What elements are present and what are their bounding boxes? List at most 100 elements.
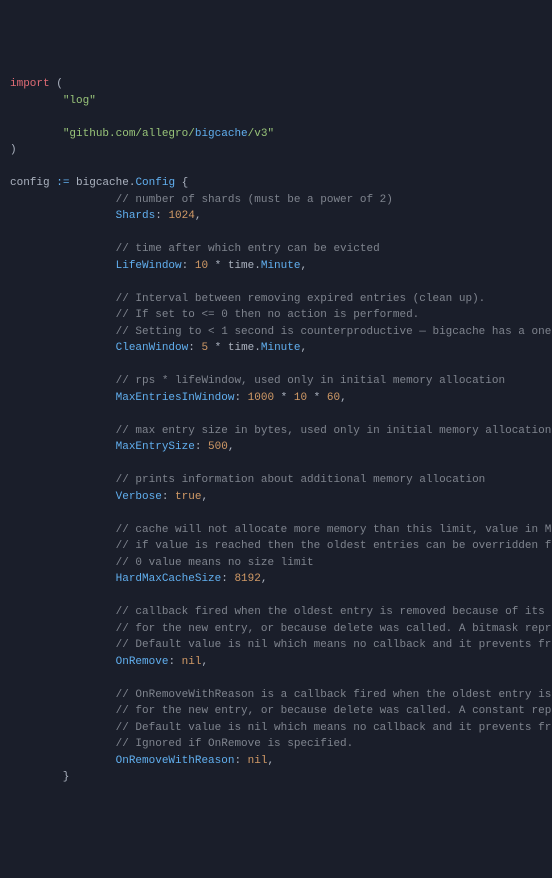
code-token: OnRemoveWithReason: [116, 755, 235, 767]
code-token: [10, 606, 116, 618]
code-token: HardMaxCacheSize: [116, 573, 222, 585]
code-token: // Interval between removing expired ent…: [116, 293, 486, 305]
code-token: [10, 95, 63, 107]
code-token: [10, 210, 116, 222]
code-token: :: [234, 392, 247, 404]
code-token: :: [168, 656, 181, 668]
code-token: [10, 705, 116, 717]
code-token: [10, 441, 116, 453]
code-token: *: [274, 392, 294, 404]
code-token: Verbose: [116, 491, 162, 503]
code-token: OnRemove: [116, 656, 169, 668]
code-token: [10, 342, 116, 354]
code-token: [10, 260, 116, 272]
code-token: // for the new entry, or because delete …: [116, 705, 552, 717]
code-token: 8192: [234, 573, 260, 585]
code-token: [10, 194, 116, 206]
code-token: nil: [182, 656, 202, 668]
code-token: bigcache.: [69, 177, 135, 189]
code-token: // time after which entry can be evicted: [116, 243, 380, 255]
code-token: ,: [201, 491, 208, 503]
code-token: 500: [208, 441, 228, 453]
code-token: 1024: [168, 210, 194, 222]
code-token: [10, 738, 116, 750]
code-token: ): [10, 144, 17, 156]
code-token: [10, 491, 116, 503]
code-token: :=: [56, 177, 69, 189]
code-token: Minute: [261, 342, 301, 354]
code-token: CleanWindow: [116, 342, 189, 354]
code-token: [10, 656, 116, 668]
code-token: nil: [248, 755, 268, 767]
code-token: :: [155, 210, 168, 222]
code-token: [10, 293, 116, 305]
code-token: [10, 524, 116, 536]
code-token: // number of shards (must be a power of …: [116, 194, 393, 206]
code-token: // if value is reached then the oldest e…: [116, 540, 552, 552]
code-token: 1000: [248, 392, 274, 404]
code-token: }: [10, 771, 69, 783]
code-token: [10, 425, 116, 437]
code-token: ,: [300, 342, 307, 354]
code-token: :: [182, 260, 195, 272]
code-token: // 0 value means no size limit: [116, 557, 314, 569]
code-token: // max entry size in bytes, used only in…: [116, 425, 552, 437]
code-token: [10, 375, 116, 387]
code-token: Minute: [261, 260, 301, 272]
code-token: [10, 309, 116, 321]
code-token: // callback fired when the oldest entry …: [116, 606, 552, 618]
code-token: Config: [135, 177, 175, 189]
code-token: // Default value is nil which means no c…: [116, 722, 552, 734]
code-token: * time.: [208, 260, 261, 272]
code-token: {: [175, 177, 188, 189]
code-token: *: [307, 392, 327, 404]
code-token: ,: [228, 441, 235, 453]
code-token: [10, 326, 116, 338]
code-token: true: [175, 491, 201, 503]
code-token: [10, 755, 116, 767]
code-token: /v3": [248, 128, 274, 140]
code-token: ,: [300, 260, 307, 272]
code-token: ,: [340, 392, 347, 404]
code-token: [10, 557, 116, 569]
code-token: ,: [267, 755, 274, 767]
code-token: :: [234, 755, 247, 767]
code-token: [10, 722, 116, 734]
code-token: [10, 540, 116, 552]
code-token: // prints information about additional m…: [116, 474, 486, 486]
code-token: // OnRemoveWithReason is a callback fire…: [116, 689, 552, 701]
code-token: :: [162, 491, 175, 503]
code-token: // Default value is nil which means no c…: [116, 639, 552, 651]
code-token: LifeWindow: [116, 260, 182, 272]
code-token: bigcache: [195, 128, 248, 140]
code-token: :: [188, 342, 201, 354]
code-token: [10, 392, 116, 404]
code-token: import: [10, 78, 50, 90]
code-token: // cache will not allocate more memory t…: [116, 524, 552, 536]
code-token: config: [10, 177, 56, 189]
code-token: 10: [195, 260, 208, 272]
code-token: [10, 623, 116, 635]
code-token: ,: [195, 210, 202, 222]
code-token: :: [221, 573, 234, 585]
code-token: Shards: [116, 210, 156, 222]
code-token: [10, 243, 116, 255]
code-token: (: [50, 78, 63, 90]
code-token: // If set to <= 0 then no action is perf…: [116, 309, 420, 321]
code-token: [10, 689, 116, 701]
code-token: :: [195, 441, 208, 453]
code-token: // for the new entry, or because delete …: [116, 623, 552, 635]
code-token: "github.com/allegro/: [63, 128, 195, 140]
code-token: 60: [327, 392, 340, 404]
code-token: // Ignored if OnRemove is specified.: [116, 738, 354, 750]
code-block: import ( "log" "github.com/allegro/bigca…: [10, 76, 542, 786]
code-token: MaxEntriesInWindow: [116, 392, 235, 404]
code-token: 10: [294, 392, 307, 404]
code-token: [10, 474, 116, 486]
code-token: ,: [201, 656, 208, 668]
code-token: // rps * lifeWindow, used only in initia…: [116, 375, 505, 387]
code-token: [10, 573, 116, 585]
code-token: * time.: [208, 342, 261, 354]
code-token: ,: [261, 573, 268, 585]
code-token: // Setting to < 1 second is counterprodu…: [116, 326, 552, 338]
